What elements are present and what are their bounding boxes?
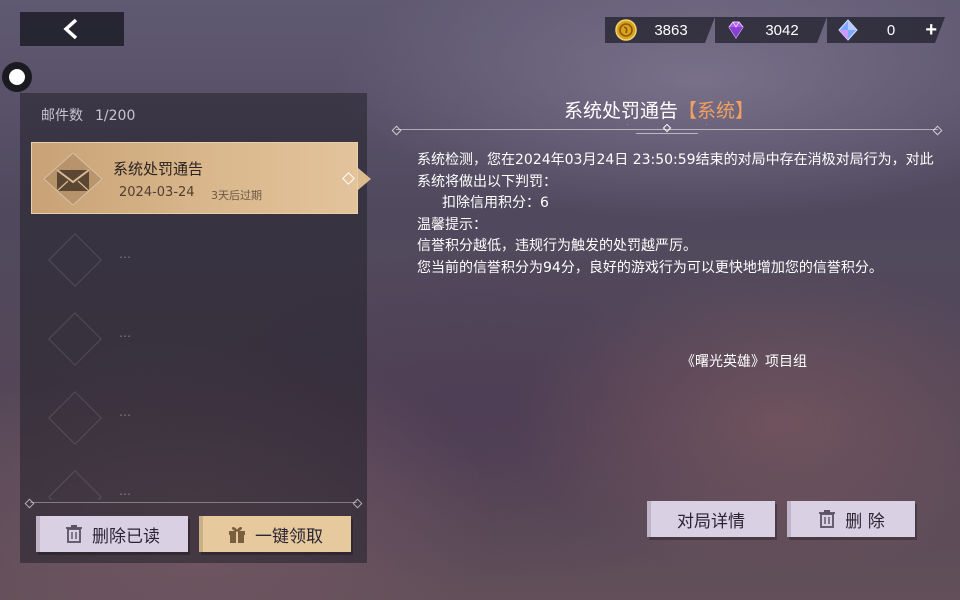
trash-icon xyxy=(66,525,82,543)
delete-button[interactable]: 删 除 xyxy=(787,501,915,537)
trash-icon xyxy=(819,510,836,528)
currency-diamond: 3042 xyxy=(715,17,827,43)
envelope-icon xyxy=(44,153,102,205)
delete-read-label: 删除已读 xyxy=(92,526,160,547)
empty-mail-slot: … xyxy=(44,233,134,293)
claim-all-label: 一键领取 xyxy=(255,526,323,547)
delete-label: 删 除 xyxy=(845,511,885,532)
claim-all-button[interactable]: 一键领取 xyxy=(199,516,351,552)
mail-detail-title: 系统处罚通告【系统】 xyxy=(354,96,960,123)
currency-gold: 3863 xyxy=(605,17,715,43)
match-detail-label: 对局详情 xyxy=(677,511,745,532)
crystal-value: 0 xyxy=(886,21,896,39)
mail-count: 邮件数 1/200 xyxy=(41,105,135,125)
divider xyxy=(30,502,357,503)
currency-crystal: 0 + xyxy=(827,17,945,43)
gold-coin-icon xyxy=(615,19,637,41)
detail-title-text: 系统处罚通告 xyxy=(563,100,678,122)
diamond-value: 3042 xyxy=(765,21,799,39)
mail-item-expire: 3天后过期 xyxy=(211,189,262,202)
empty-mail-slot: … xyxy=(44,312,134,372)
match-detail-button[interactable]: 对局详情 xyxy=(647,501,775,537)
body-paragraph: 扣除信用积分：6 xyxy=(442,195,549,211)
mail-item[interactable]: 系统处罚通告 2024-03-24 3天后过期 xyxy=(31,142,371,214)
title-ornament xyxy=(627,124,707,134)
detail-title-tag: 【系统】 xyxy=(678,100,755,122)
back-arrow-icon xyxy=(63,18,78,40)
mail-body: 系统检测，您在2024年03月24日 23:50:59结束的对局中存在消极对局行… xyxy=(417,150,947,279)
body-paragraph: 温馨提示： xyxy=(417,216,487,233)
body-paragraph: 您当前的信誉积分为94分，良好的游戏行为可以更快地增加您的信誉积分。 xyxy=(417,259,883,276)
blue-crystal-icon xyxy=(837,19,859,41)
mail-signature: 《曙光英雄》项目组 xyxy=(681,354,807,370)
mail-count-label: 邮件数 xyxy=(41,108,83,124)
mail-item-title: 系统处罚通告 xyxy=(113,160,204,178)
gold-value: 3863 xyxy=(654,21,688,39)
back-button[interactable] xyxy=(20,12,124,46)
purple-diamond-icon xyxy=(725,19,747,41)
empty-mail-slot: … xyxy=(44,391,134,451)
mail-count-value: 1/200 xyxy=(95,108,136,124)
delete-read-button[interactable]: 删除已读 xyxy=(36,516,188,552)
empty-mail-slot: … xyxy=(44,470,134,500)
mail-item-date: 2024-03-24 xyxy=(119,185,195,200)
body-paragraph: 系统检测，您在2024年03月24日 23:50:59结束的对局中存在消极对局行… xyxy=(417,152,934,190)
gift-icon xyxy=(229,527,245,543)
body-paragraph: 信誉积分越低，违规行为触发的处罚越严厉。 xyxy=(417,238,697,254)
add-crystal-button[interactable]: + xyxy=(925,17,937,43)
selected-indicator-icon xyxy=(342,172,355,185)
mail-list-panel: 邮件数 1/200 系统处罚通告 2024-03-24 3天后过期 … … … … xyxy=(20,93,371,563)
floating-assistant-button[interactable] xyxy=(2,62,32,92)
